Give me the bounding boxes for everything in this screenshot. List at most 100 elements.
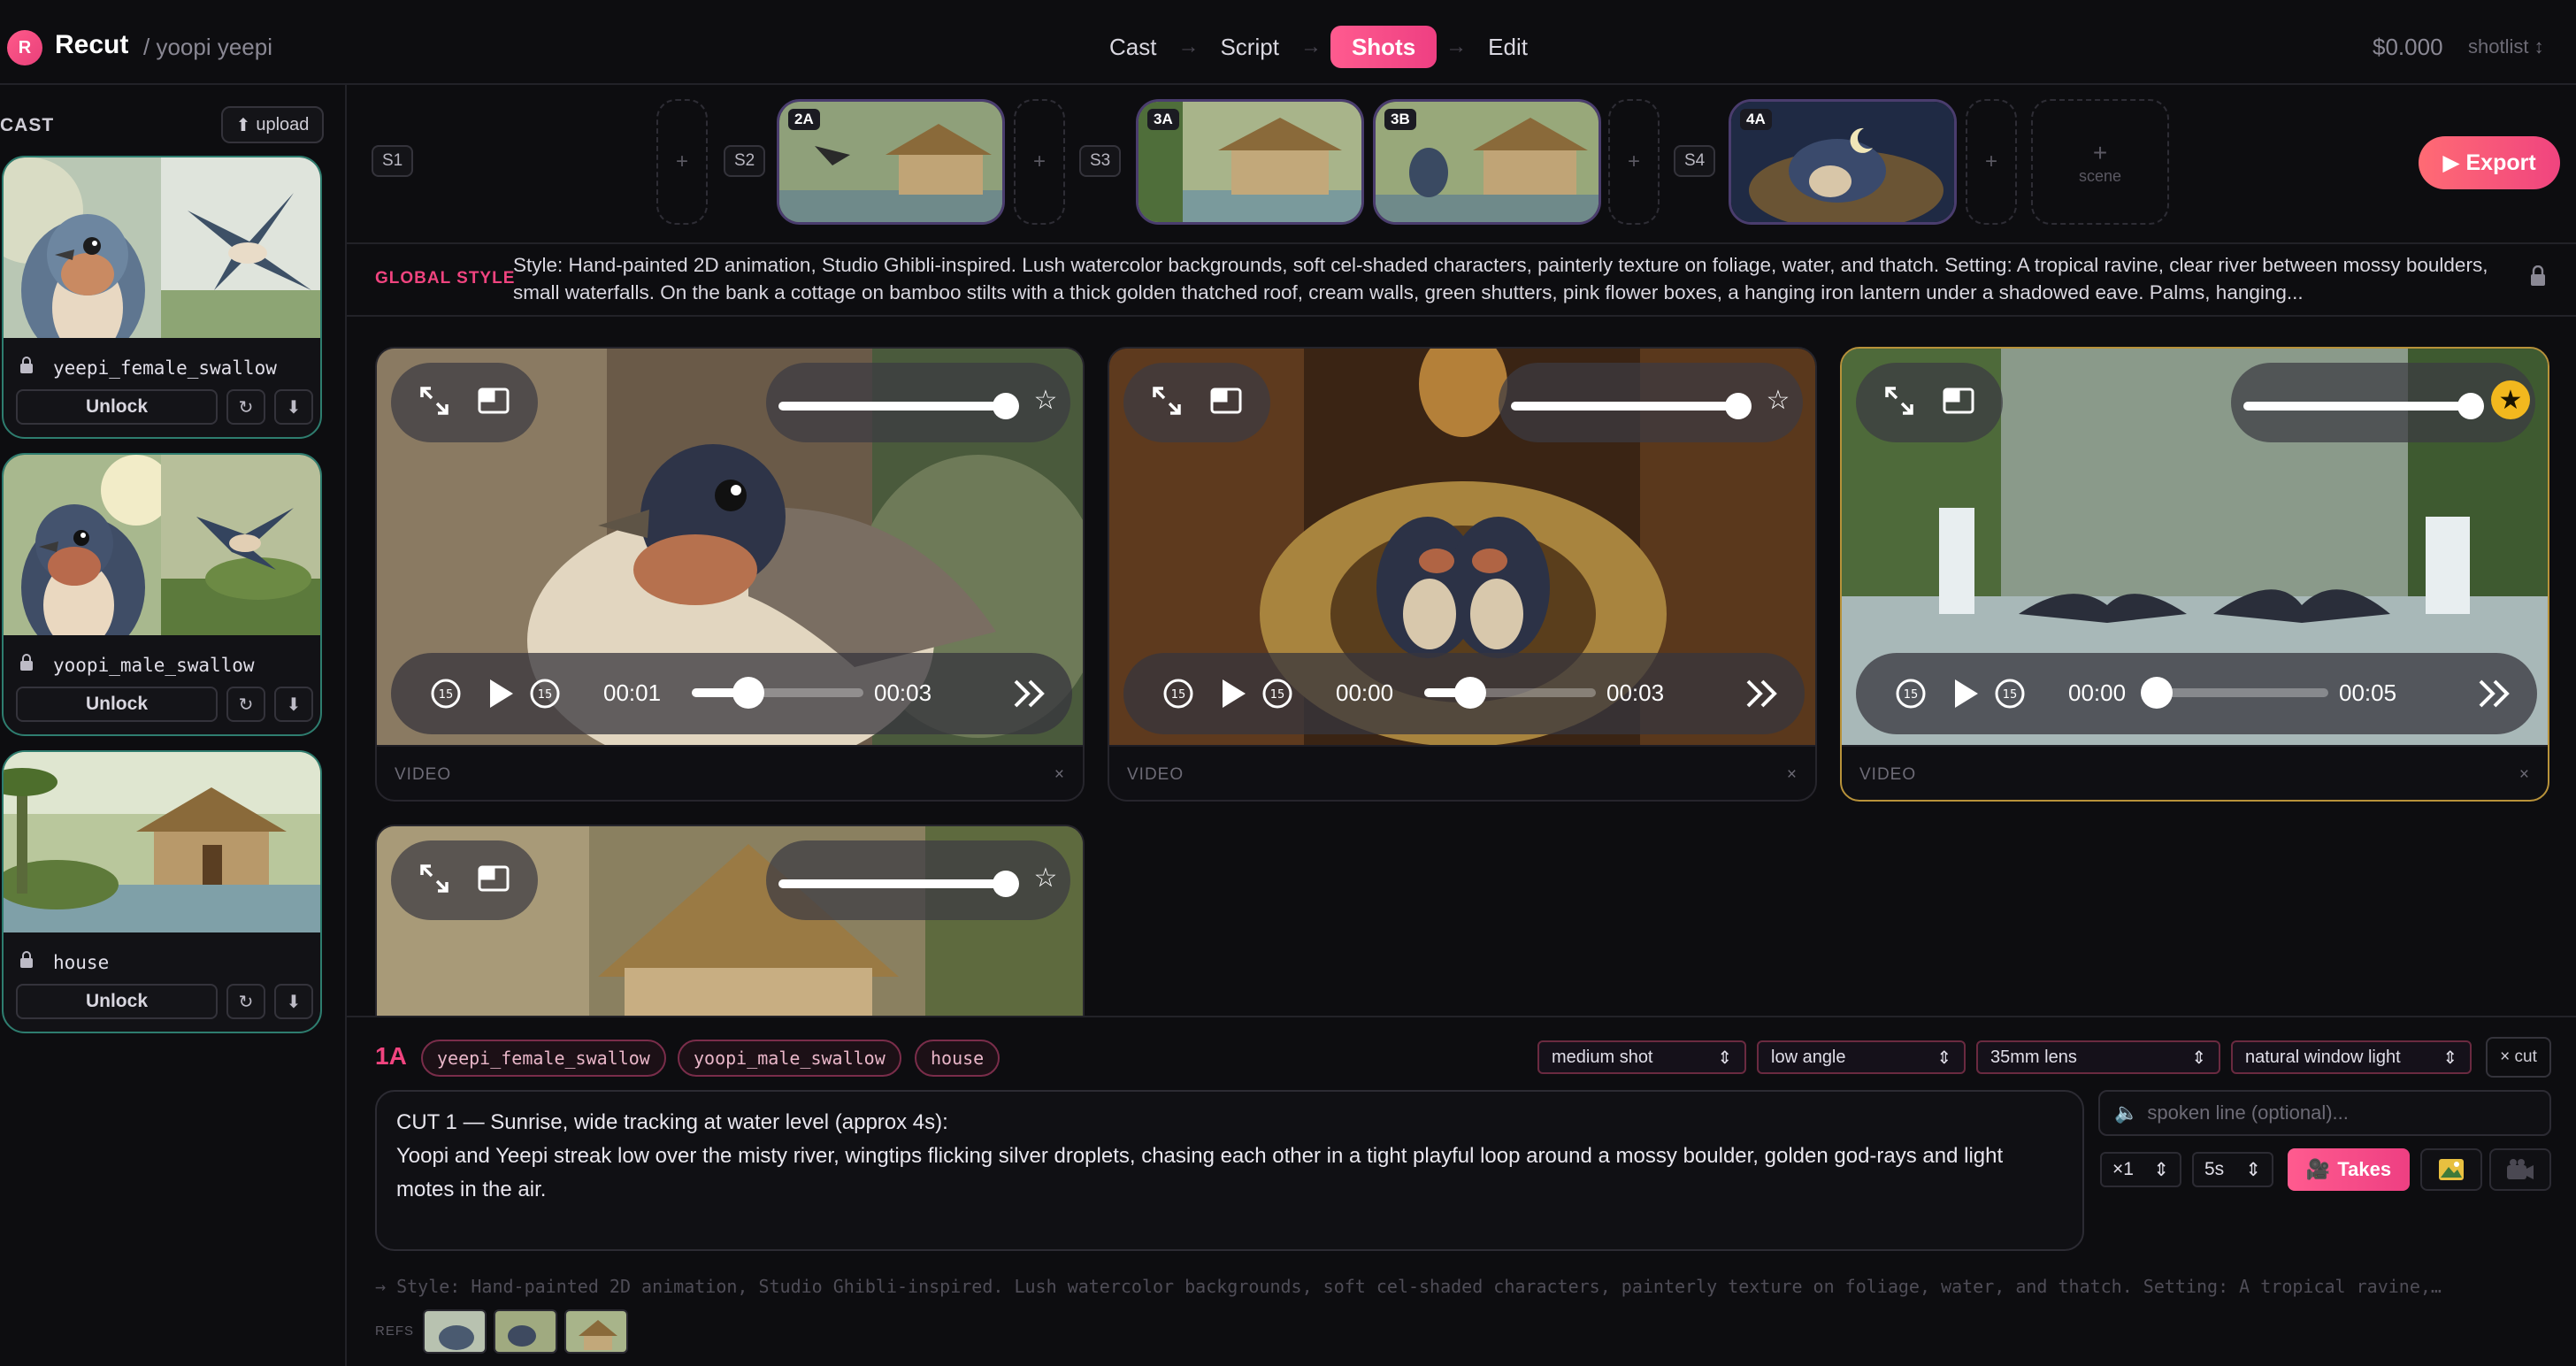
close-icon[interactable]: × [1787, 765, 1798, 785]
add-shot-button[interactable]: + [1014, 99, 1065, 225]
shot-prompt-textarea[interactable]: CUT 1 — Sunrise, wide tracking at water … [375, 1090, 2084, 1251]
fullscreen-icon[interactable] [1884, 386, 1914, 420]
shot-thumb-2a[interactable]: 2A [777, 99, 1005, 225]
shot-size-select[interactable]: medium shot ⇕ [1537, 1040, 1746, 1074]
scene-label-s4[interactable]: S4 [1674, 145, 1716, 177]
video-card[interactable]: ☆ [375, 825, 1085, 1016]
volume-knob[interactable] [1725, 393, 1752, 419]
reference-thumb[interactable] [564, 1309, 628, 1354]
unlock-button[interactable]: Unlock [16, 687, 218, 722]
cast-card-yoopi[interactable]: yoopi_male_swallow Unlock ↻ ⬇ [2, 453, 322, 736]
rewind-15-icon[interactable]: 15 [430, 678, 462, 714]
lock-icon[interactable] [19, 951, 39, 974]
cast-image-swallow-portrait[interactable] [4, 157, 162, 338]
lock-icon[interactable] [19, 357, 39, 380]
upload-button[interactable]: ⬆ upload [221, 106, 324, 143]
project-name[interactable]: / yoopi yeepi [143, 34, 272, 61]
refresh-icon[interactable]: ↻ [226, 389, 265, 425]
skip-forward-icon[interactable] [1012, 678, 1047, 714]
step-shots[interactable]: Shots [1330, 26, 1438, 68]
rewind-15-icon[interactable]: 15 [1895, 678, 1927, 714]
cast-chip[interactable]: house [915, 1040, 1000, 1077]
skip-forward-icon[interactable] [1744, 678, 1780, 714]
add-shot-button[interactable]: + [1608, 99, 1660, 225]
close-icon[interactable]: × [1054, 765, 1065, 785]
unlock-button[interactable]: Unlock [16, 389, 218, 425]
cast-chip[interactable]: yeepi_female_swallow [421, 1040, 666, 1077]
cast-image-swallow-portrait[interactable] [4, 455, 162, 635]
volume-slider[interactable] [2243, 402, 2477, 411]
global-style-text[interactable]: Style: Hand-painted 2D animation, Studio… [513, 251, 2512, 308]
rewind-15-icon[interactable]: 15 [1162, 678, 1194, 714]
scene-label-s2[interactable]: S2 [724, 145, 766, 177]
add-shot-button[interactable]: + [656, 99, 708, 225]
cast-image-swallow-perched[interactable] [161, 455, 320, 635]
lens-select[interactable]: 35mm lens ⇕ [1976, 1040, 2220, 1074]
volume-slider[interactable] [1511, 402, 1744, 411]
pip-icon[interactable] [1210, 388, 1242, 418]
video-camera-icon[interactable] [2489, 1148, 2551, 1191]
play-icon[interactable] [1217, 676, 1249, 716]
refresh-icon[interactable]: ↻ [226, 687, 265, 722]
export-button[interactable]: ▶ Export [2419, 136, 2560, 189]
step-edit[interactable]: Edit [1476, 26, 1540, 68]
lock-icon[interactable] [2530, 265, 2546, 291]
reference-thumb[interactable] [423, 1309, 487, 1354]
volume-knob[interactable] [2457, 393, 2484, 419]
volume-slider[interactable] [778, 879, 1012, 888]
star-icon[interactable]: ☆ [1026, 858, 1065, 897]
add-shot-button[interactable]: + [1966, 99, 2017, 225]
play-icon[interactable] [1950, 676, 1982, 716]
scene-label-s3[interactable]: S3 [1079, 145, 1122, 177]
step-cast[interactable]: Cast [1097, 26, 1169, 68]
shot-thumb-4a[interactable]: 4A [1729, 99, 1957, 225]
add-scene-button[interactable]: + scene [2031, 99, 2169, 225]
forward-15-icon[interactable]: 15 [1994, 678, 2026, 714]
reference-thumb[interactable] [494, 1309, 557, 1354]
lock-icon[interactable] [19, 654, 39, 677]
seek-bar[interactable] [2141, 677, 2328, 709]
lighting-select[interactable]: natural window light ⇕ [2231, 1040, 2472, 1074]
step-script[interactable]: Script [1208, 26, 1291, 68]
pip-icon[interactable] [1943, 388, 1974, 418]
play-icon[interactable] [485, 676, 517, 716]
video-card[interactable]: ★ 15 15 00:00 00:05 VIDEO × [1840, 347, 2549, 802]
pip-icon[interactable] [478, 388, 510, 418]
scene-label-s1[interactable]: S1 [372, 145, 414, 177]
seek-bar[interactable] [1424, 677, 1596, 709]
download-icon[interactable]: ⬇ [274, 984, 313, 1019]
cut-button[interactable]: × cut [2486, 1037, 2551, 1078]
shot-thumb-3a[interactable]: 3A [1136, 99, 1364, 225]
seek-bar[interactable] [692, 677, 863, 709]
video-card[interactable]: ☆ 15 15 00:01 00:03 VIDEO × [375, 347, 1085, 802]
spoken-line-input[interactable]: 🔈 spoken line (optional)... [2098, 1090, 2551, 1136]
fullscreen-icon[interactable] [419, 863, 449, 898]
star-icon[interactable]: ★ [2491, 380, 2530, 419]
forward-15-icon[interactable]: 15 [1261, 678, 1293, 714]
fullscreen-icon[interactable] [419, 386, 449, 420]
app-name[interactable]: Recut [55, 30, 128, 60]
angle-select[interactable]: low angle ⇕ [1757, 1040, 1966, 1074]
shot-thumb-3b[interactable]: 3B [1373, 99, 1601, 225]
app-logo[interactable]: R [7, 30, 42, 65]
shotlist-toggle[interactable]: shotlist ↕ [2468, 35, 2544, 58]
video-card[interactable]: ☆ 15 15 00:00 00:03 VIDEO × [1108, 347, 1817, 802]
download-icon[interactable]: ⬇ [274, 389, 313, 425]
cast-chip[interactable]: yoopi_male_swallow [678, 1040, 901, 1077]
duration-select[interactable]: 5s ⇕ [2192, 1152, 2273, 1187]
multiplier-select[interactable]: ×1 ⇕ [2100, 1152, 2181, 1187]
refresh-icon[interactable]: ↻ [226, 984, 265, 1019]
cast-card-house[interactable]: house Unlock ↻ ⬇ [2, 750, 322, 1033]
fullscreen-icon[interactable] [1152, 386, 1182, 420]
cast-image-swallow-flying[interactable] [161, 157, 320, 338]
image-icon[interactable] [2420, 1148, 2482, 1191]
download-icon[interactable]: ⬇ [274, 687, 313, 722]
volume-slider[interactable] [778, 402, 1012, 411]
unlock-button[interactable]: Unlock [16, 984, 218, 1019]
pip-icon[interactable] [478, 865, 510, 896]
skip-forward-icon[interactable] [2477, 678, 2512, 714]
volume-knob[interactable] [993, 393, 1019, 419]
close-icon[interactable]: × [2519, 765, 2530, 785]
forward-15-icon[interactable]: 15 [529, 678, 561, 714]
star-icon[interactable]: ☆ [1026, 380, 1065, 419]
